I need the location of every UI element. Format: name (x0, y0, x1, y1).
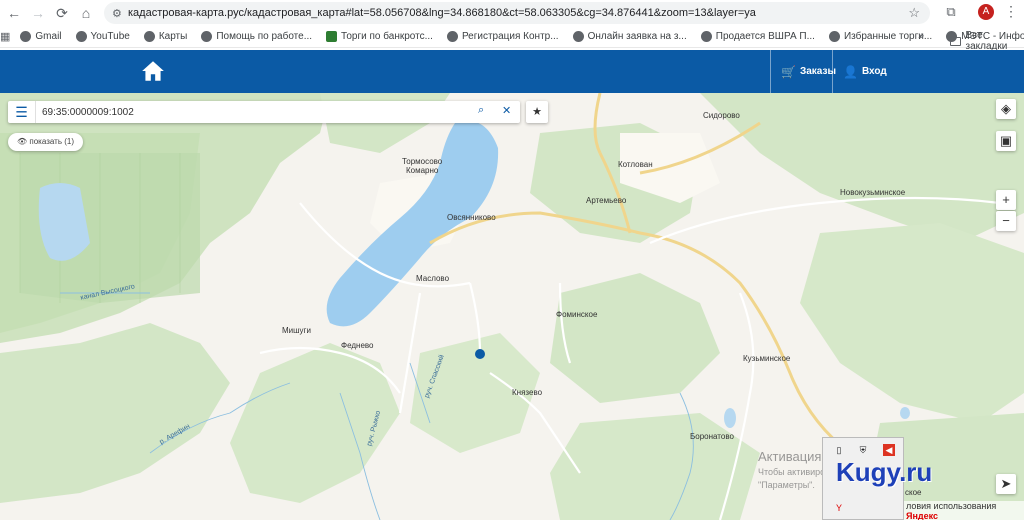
bookmark-registration[interactable]: Регистрация Контр... (446, 31, 559, 42)
url-text: кадастровая-карта.рус/кадастровая_карта#… (128, 7, 756, 19)
menu-icon[interactable]: ☰ (8, 101, 36, 123)
bookmark-maps[interactable]: Карты (143, 31, 187, 42)
place-label: Мишуги (282, 326, 311, 335)
map-attribution: ловия использования Яндекс (904, 501, 1024, 520)
bookmark-bankruptcy[interactable]: Торги по банкротс... (326, 31, 433, 42)
geolocation-icon[interactable]: ➤ (996, 474, 1016, 494)
place-label: Артемьево (586, 196, 627, 205)
globe-icon (201, 31, 213, 42)
search-icon[interactable]: ⌕ (478, 104, 484, 117)
close-icon[interactable]: ✕ (502, 104, 511, 117)
bookmark-youtube[interactable]: YouTube (75, 31, 130, 42)
globe-icon (75, 31, 87, 42)
extensions-icon[interactable]: ⧉ (942, 4, 960, 22)
layers-icon[interactable]: ◈ (996, 99, 1016, 119)
zoom-out-button[interactable]: − (996, 211, 1016, 231)
search-panel: ☰ ⌕ ✕ (8, 101, 520, 123)
orders-button[interactable]: 🛒 Заказы (770, 50, 836, 93)
user-icon: 👤 (843, 64, 858, 79)
site-header: 🛒 Заказы 👤 Вход (0, 50, 1024, 93)
watermark-logo: Kugy.ru (836, 457, 933, 487)
yandex-icon[interactable]: Y (833, 502, 845, 514)
site-favicon-icon (326, 31, 338, 42)
reload-icon[interactable]: ⟳ (50, 1, 74, 25)
bookmark-for-sale[interactable]: Продается ВШРА П... (700, 31, 815, 42)
home-icon[interactable]: ⌂ (74, 1, 98, 25)
place-label: Комарно (406, 166, 439, 175)
back-arrow-icon[interactable]: ← (2, 1, 26, 25)
map-frame-button[interactable]: ▣ (996, 131, 1016, 151)
bookmarks-bar: ▦ Gmail YouTube Карты Помощь по работе..… (0, 26, 1024, 52)
login-button[interactable]: 👤 Вход (832, 50, 892, 93)
parcel-marker[interactable] (475, 349, 485, 359)
terms-link[interactable]: ловия использования (906, 501, 996, 511)
place-label: Новокузьминское (840, 188, 906, 197)
globe-icon (572, 31, 584, 42)
place-label: ское (905, 488, 922, 497)
apps-grid-icon[interactable]: ▦ (0, 30, 10, 43)
shield-icon[interactable]: ⛨ (857, 444, 869, 456)
forward-arrow-icon[interactable]: → (26, 1, 50, 25)
more-bookmarks-icon[interactable]: » (918, 30, 924, 42)
cart-icon: 🛒 (781, 64, 796, 79)
place-label: Князево (512, 388, 543, 397)
browser-toolbar: ← → ⟳ ⌂ ⚙ кадастровая-карта.рус/кадастро… (0, 0, 1024, 26)
place-label: Тормосово (402, 157, 443, 166)
yandex-brand: Яндекс (906, 511, 939, 520)
home-icon[interactable] (140, 58, 166, 84)
profile-avatar[interactable]: А (978, 4, 994, 20)
place-label: Маслово (416, 274, 450, 283)
browser-menu-icon[interactable]: ⋮ (1004, 3, 1018, 20)
eye-icon: 👁 (17, 137, 28, 146)
place-label: Боронатово (690, 432, 734, 441)
globe-icon (828, 31, 840, 42)
bookmark-help[interactable]: Помощь по работе... (201, 31, 312, 42)
globe-icon (446, 31, 458, 42)
map-canvas[interactable]: Сидорово Тормосово Комарно Котлован Арте… (0, 93, 1024, 520)
zoom-in-button[interactable]: + (996, 190, 1016, 210)
bookmark-online-request[interactable]: Онлайн заявка на з... (572, 31, 687, 42)
site-settings-icon[interactable]: ⚙ (112, 7, 128, 20)
volume-icon[interactable]: ◀ (883, 444, 895, 456)
globe-icon (700, 31, 712, 42)
bookmark-gmail[interactable]: Gmail (20, 31, 62, 42)
favorites-star-button[interactable]: ★ (526, 101, 548, 123)
globe-icon (20, 31, 32, 42)
folder-icon (950, 36, 961, 46)
usb-icon[interactable]: ▯ (833, 444, 845, 456)
bookmark-star-icon[interactable]: ☆ (908, 5, 920, 21)
place-label: Овсянниково (447, 213, 496, 222)
place-label: Феднево (341, 341, 374, 350)
bookmark-favorite-auctions[interactable]: Избранные торги... (828, 31, 932, 42)
globe-icon (143, 31, 155, 42)
place-label: Кузьминское (743, 354, 791, 363)
show-results-button[interactable]: 👁 показать (1) (8, 133, 83, 151)
place-label: Котлован (618, 160, 653, 169)
place-label: Сидорово (703, 111, 740, 120)
address-bar[interactable]: ⚙ кадастровая-карта.рус/кадастровая_карт… (104, 2, 930, 24)
all-bookmarks-button[interactable]: Все закладки (950, 30, 1024, 52)
cadastral-search-input[interactable] (36, 102, 466, 122)
place-label: Фоминское (556, 310, 598, 319)
